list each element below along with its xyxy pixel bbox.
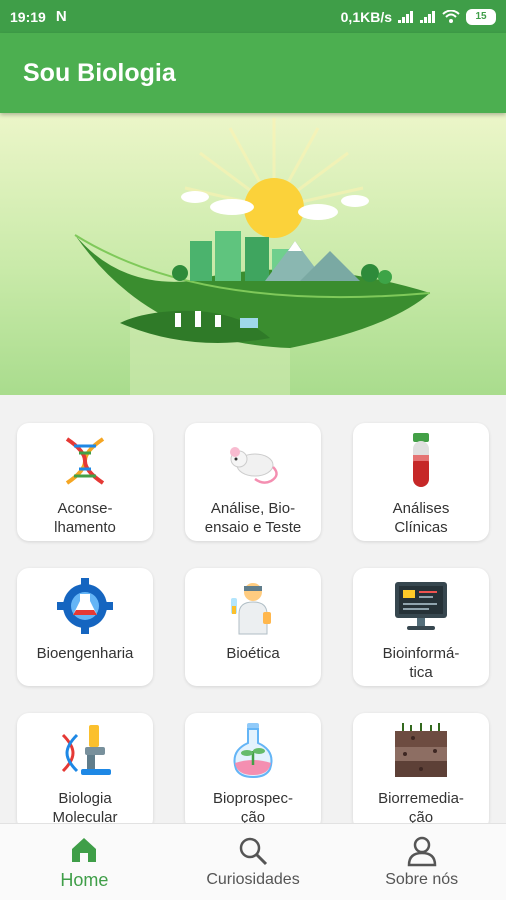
gear-flask-icon [53, 574, 117, 638]
nav-sobre-nos[interactable]: Sobre nós [337, 824, 506, 900]
nav-home[interactable]: Home [0, 824, 169, 900]
bottom-nav: Home Curiosidades Sobre nós [0, 823, 506, 900]
category-card-bioprospeccao[interactable]: Bioprospec- ção [185, 713, 321, 831]
category-card-aconselhamento[interactable]: Aconse- lhamento [17, 423, 153, 541]
blood-test-tube-icon [389, 429, 453, 493]
category-grid: Aconse- lhamento Análise, Bio- ensaio e … [17, 423, 490, 831]
signal-icon [398, 10, 413, 23]
dna-icon [53, 429, 117, 493]
app-bar: Sou Biologia [0, 33, 506, 113]
hero-banner [0, 113, 506, 395]
leaf-city-illustration [74, 118, 431, 395]
category-card-biorremediacao[interactable]: Biorremedia- ção [353, 713, 489, 831]
category-label: Bioprospec- ção [212, 790, 294, 826]
category-card-bioengenharia[interactable]: Bioengenharia [17, 568, 153, 686]
net-speed: 0,1KB/s [340, 8, 392, 25]
search-icon [239, 837, 268, 866]
category-label: Aconse- lhamento [54, 500, 116, 536]
notification-icon: N [55, 8, 67, 25]
category-card-bioetica[interactable]: Bioética [185, 568, 321, 686]
soil-layers-icon [389, 719, 453, 783]
category-label: Análises Clínicas [392, 500, 450, 536]
app-title: Sou Biologia [23, 58, 176, 87]
dna-microscope-icon [53, 719, 117, 783]
plant-flask-icon [221, 719, 285, 783]
category-card-analises-clinicas[interactable]: Análises Clínicas [353, 423, 489, 541]
home-icon [72, 837, 97, 862]
nav-label: Sobre nós [385, 871, 459, 888]
category-label: Bioengenharia [36, 645, 134, 662]
category-label: Bioética [226, 645, 280, 662]
nav-curiosidades[interactable]: Curiosidades [169, 824, 338, 900]
category-card-biologia-molecular[interactable]: Biologia Molecular [17, 713, 153, 831]
category-card-bioinformatica[interactable]: Bioinformá- tica [353, 568, 489, 686]
category-label: Análise, Bio- ensaio e Teste [204, 500, 302, 536]
battery-icon: 15 [466, 8, 496, 25]
category-label: Biologia Molecular [52, 790, 118, 826]
nav-label: Curiosidades [206, 871, 300, 888]
category-label: Biorremedia- ção [378, 790, 464, 826]
person-icon [407, 836, 436, 867]
computer-monitor-icon [389, 574, 453, 638]
nav-label: Home [60, 869, 109, 890]
scientist-icon [221, 574, 285, 638]
status-right: 0,1KB/s 15 [340, 8, 496, 25]
category-card-analise-bioensaio[interactable]: Análise, Bio- ensaio e Teste [185, 423, 321, 541]
wifi-icon [442, 10, 460, 23]
status-bar: 19:19 N 0,1KB/s 15 [0, 0, 506, 33]
category-label: Bioinformá- tica [382, 645, 460, 681]
signal-icon [420, 10, 435, 23]
status-time: 19:19 [10, 8, 46, 25]
lab-mouse-icon [221, 429, 285, 493]
